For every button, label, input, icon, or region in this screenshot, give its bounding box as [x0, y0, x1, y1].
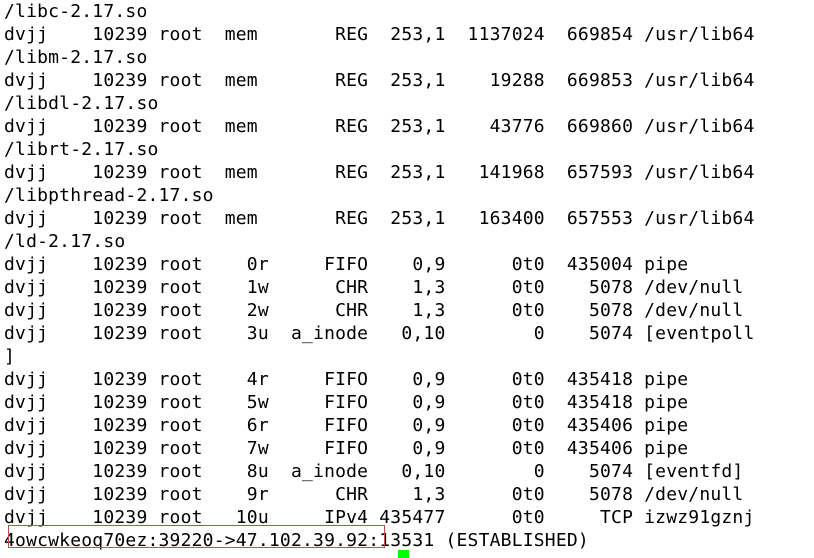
terminal-line: dvjj 10239 root mem REG 253,1 141968 657…: [4, 162, 755, 183]
terminal-line: dvjj 10239 root 0r FIFO 0,9 0t0 435004 p…: [4, 254, 689, 275]
terminal-line: /libdl-2.17.so: [4, 93, 159, 114]
terminal-line: dvjj 10239 root 2w CHR 1,3 0t0 5078 /dev…: [4, 300, 744, 321]
terminal-line: dvjj 10239 root 4r FIFO 0,9 0t0 435418 p…: [4, 369, 689, 390]
terminal-line: dvjj 10239 root 1w CHR 1,3 0t0 5078 /dev…: [4, 277, 744, 298]
terminal-line: /libc-2.17.so: [4, 1, 148, 22]
terminal-line: dvjj 10239 root mem REG 253,1 1137024 66…: [4, 24, 755, 45]
terminal-line: 4owcwkeoq70ez:39220->47.102.39.92:13531 …: [4, 530, 589, 551]
terminal-cursor: [398, 550, 409, 558]
terminal-line: dvjj 10239 root mem REG 253,1 163400 657…: [4, 208, 755, 229]
terminal-line: dvjj 10239 root mem REG 253,1 19288 6698…: [4, 70, 755, 91]
terminal-line: ]: [4, 346, 16, 367]
terminal-line: dvjj 10239 root 8u a_inode 0,10 0 5074 […: [4, 461, 744, 482]
terminal-line: dvjj 10239 root 10u IPv4 435477 0t0 TCP …: [4, 507, 755, 528]
terminal-line: dvjj 10239 root 7w FIFO 0,9 0t0 435406 p…: [4, 438, 689, 459]
terminal-line: /ld-2.17.so: [4, 231, 126, 252]
terminal-line: /libpthread-2.17.so: [4, 185, 214, 206]
terminal-line: dvjj 10239 root 6r FIFO 0,9 0t0 435406 p…: [4, 415, 689, 436]
terminal-line: /librt-2.17.so: [4, 139, 159, 160]
terminal-line: /libm-2.17.so: [4, 47, 148, 68]
terminal-window[interactable]: /libc-2.17.so dvjj 10239 root mem REG 25…: [0, 0, 814, 558]
terminal-line: dvjj 10239 root mem REG 253,1 43776 6698…: [4, 116, 755, 137]
terminal-line: dvjj 10239 root 5w FIFO 0,9 0t0 435418 p…: [4, 392, 689, 413]
terminal-line: dvjj 10239 root 9r CHR 1,3 0t0 5078 /dev…: [4, 484, 744, 505]
terminal-line: dvjj 10239 root 3u a_inode 0,10 0 5074 […: [4, 323, 755, 344]
